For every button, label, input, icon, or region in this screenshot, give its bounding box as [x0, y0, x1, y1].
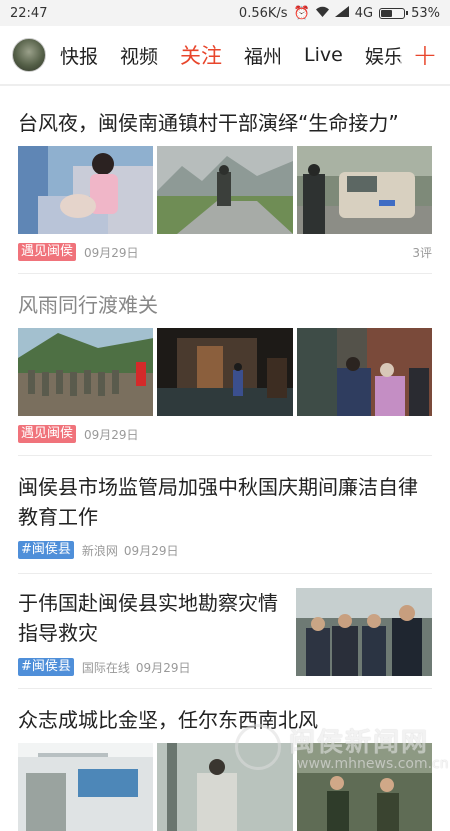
- news-image: [18, 146, 154, 234]
- image-row: [18, 146, 432, 234]
- add-channel-button[interactable]: +: [400, 26, 450, 84]
- news-item[interactable]: 于伟国赴闽侯县实地勘察灾情指导救灾 #闽侯县 国际在线 09月29日: [18, 574, 432, 689]
- news-meta: #闽侯县 新浪网 09月29日: [18, 541, 432, 559]
- news-image: [296, 328, 432, 416]
- network-speed: 0.56K/s: [238, 5, 288, 21]
- news-title: 众志成城比金坚，任尔东西南北风: [18, 708, 318, 732]
- tab-live[interactable]: Live: [304, 44, 343, 66]
- news-image: [157, 743, 293, 831]
- battery-icon: [379, 7, 409, 19]
- news-item[interactable]: 闽侯县市场监管局加强中秋国庆期间廉洁自律教育工作 #闽侯县 新浪网 09月29日: [18, 456, 432, 574]
- tab-fuzhou[interactable]: 福州: [244, 42, 282, 69]
- news-meta: 遇见闽侯 09月29日: [18, 425, 432, 443]
- news-date: 09月29日: [84, 245, 139, 260]
- channel-tabs: 快报 视频 关注 福州 Live 娱乐: [60, 40, 450, 70]
- topic-tag[interactable]: #闽侯县: [18, 541, 74, 559]
- news-item[interactable]: 台风夜，闽侯南通镇村干部演绎“生命接力” 遇见闽侯 09月29日 3评: [18, 86, 432, 274]
- tab-entertainment[interactable]: 娱乐: [365, 42, 403, 69]
- news-image: [296, 743, 432, 831]
- news-image: [18, 743, 154, 831]
- news-source: 国际在线: [81, 660, 130, 675]
- news-feed: 台风夜，闽侯南通镇村干部演绎“生命接力” 遇见闽侯 09月29日 3评 风雨同行…: [0, 86, 450, 831]
- tab-following[interactable]: 关注: [180, 40, 222, 70]
- top-navigation: 快报 视频 关注 福州 Live 娱乐 +: [0, 26, 450, 86]
- status-bar: 22:47 0.56K/s ⏰ 4G 53%: [0, 0, 450, 26]
- image-row: [18, 328, 432, 416]
- battery-percent: 53%: [411, 5, 440, 21]
- tab-video[interactable]: 视频: [120, 42, 158, 69]
- news-image: [18, 328, 154, 416]
- news-image: [157, 146, 293, 234]
- news-title: 于伟国赴闽侯县实地勘察灾情指导救灾: [18, 591, 278, 645]
- news-source: 新浪网: [81, 543, 118, 558]
- news-text: 于伟国赴闽侯县实地勘察灾情指导救灾 #闽侯县 国际在线 09月29日: [18, 588, 296, 676]
- news-title: 台风夜，闽侯南通镇村干部演绎“生命接力”: [18, 111, 399, 135]
- topic-tag[interactable]: 遇见闽侯: [18, 425, 77, 443]
- news-meta: 遇见闽侯 09月29日 3评: [18, 243, 432, 261]
- news-title: 闽侯县市场监管局加强中秋国庆期间廉洁自律教育工作: [18, 475, 418, 529]
- topic-tag[interactable]: 遇见闽侯: [18, 243, 77, 261]
- avatar[interactable]: [12, 38, 46, 72]
- image-row: [18, 743, 432, 831]
- news-image: [296, 588, 432, 676]
- news-image: [296, 146, 432, 234]
- status-time: 22:47: [10, 5, 48, 21]
- signal-icon: [334, 5, 349, 21]
- wifi-icon: [315, 6, 329, 21]
- news-item[interactable]: 风雨同行渡难关 遇见闽侯 09月29日: [18, 274, 432, 456]
- comment-count: 3评: [412, 245, 432, 260]
- alarm-icon: ⏰: [293, 5, 310, 21]
- news-date: 09月29日: [84, 427, 139, 442]
- news-meta: #闽侯县 国际在线 09月29日: [18, 658, 286, 676]
- tab-kuaibao[interactable]: 快报: [60, 42, 98, 69]
- news-image: [157, 328, 293, 416]
- topic-tag[interactable]: #闽侯县: [18, 658, 74, 676]
- news-item[interactable]: 众志成城比金坚，任尔东西南北风: [18, 689, 432, 831]
- news-date: 09月29日: [123, 543, 179, 558]
- news-row: 于伟国赴闽侯县实地勘察灾情指导救灾 #闽侯县 国际在线 09月29日: [18, 588, 432, 676]
- network-type: 4G: [354, 5, 374, 21]
- news-date: 09月29日: [135, 660, 191, 675]
- news-title: 风雨同行渡难关: [18, 293, 158, 317]
- status-right: 0.56K/s ⏰ 4G 53%: [238, 5, 440, 21]
